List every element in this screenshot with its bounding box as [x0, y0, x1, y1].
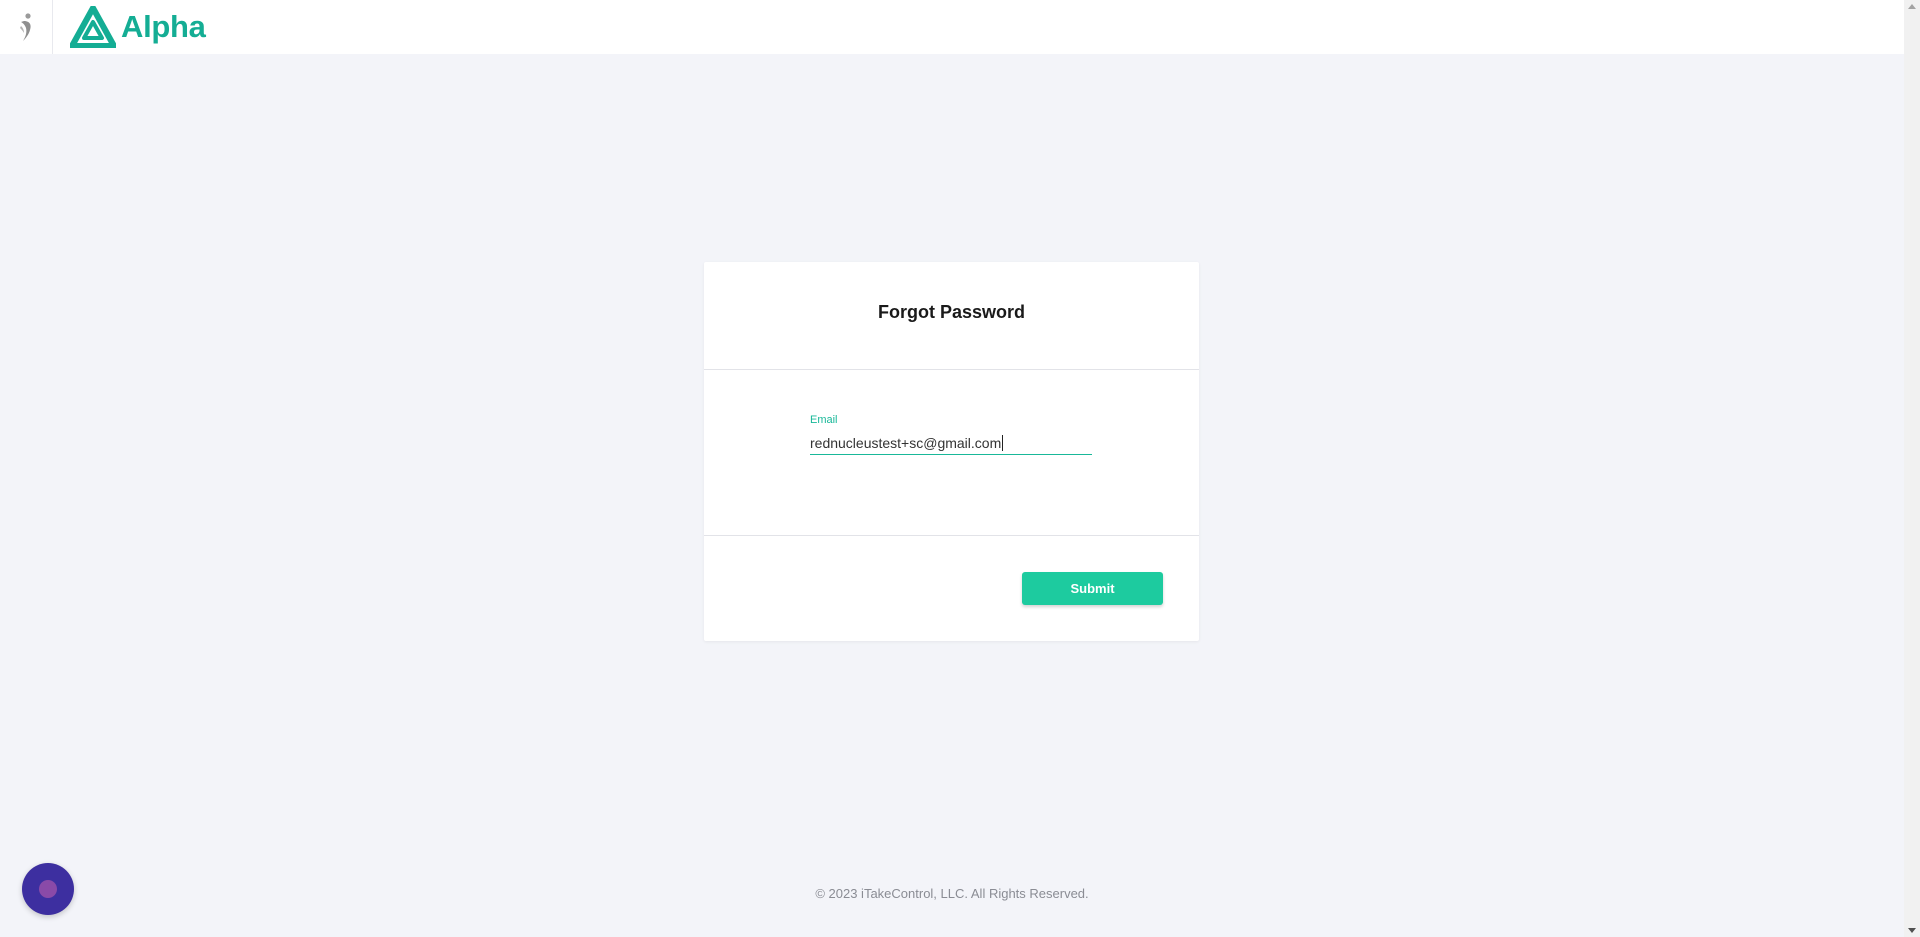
brand-name: Alpha: [121, 9, 206, 44]
submit-button[interactable]: Submit: [1022, 572, 1163, 605]
page: Alpha Forgot Password Email rednucleuste…: [0, 0, 1920, 937]
scroll-down-icon[interactable]: [1908, 928, 1916, 933]
card-body: Email rednucleustest+sc@gmail.com: [704, 370, 1199, 536]
alpha-logo-icon: [70, 6, 116, 48]
email-field-group: Email rednucleustest+sc@gmail.com: [810, 414, 1092, 455]
text-caret: [1002, 435, 1004, 451]
card-footer: Submit: [704, 536, 1199, 641]
email-label: Email: [810, 414, 838, 426]
email-value: rednucleustest+sc@gmail.com: [810, 435, 1002, 451]
app-menu-button[interactable]: [0, 0, 53, 54]
copyright-text: © 2023 iTakeControl, LLC. All Rights Res…: [815, 886, 1089, 901]
forgot-password-card: Forgot Password Email rednucleustest+sc@…: [704, 262, 1199, 641]
vertical-scrollbar[interactable]: [1904, 0, 1920, 937]
figure-icon: [20, 13, 31, 41]
brand-logo[interactable]: Alpha: [70, 6, 206, 48]
chat-icon: [39, 880, 57, 898]
chat-widget-button[interactable]: [22, 863, 74, 915]
scroll-up-icon[interactable]: [1908, 4, 1916, 9]
top-header: Alpha: [0, 0, 1904, 54]
email-field[interactable]: rednucleustest+sc@gmail.com: [810, 430, 1092, 455]
page-title: Forgot Password: [877, 302, 1025, 322]
card-header: Forgot Password: [704, 262, 1199, 370]
